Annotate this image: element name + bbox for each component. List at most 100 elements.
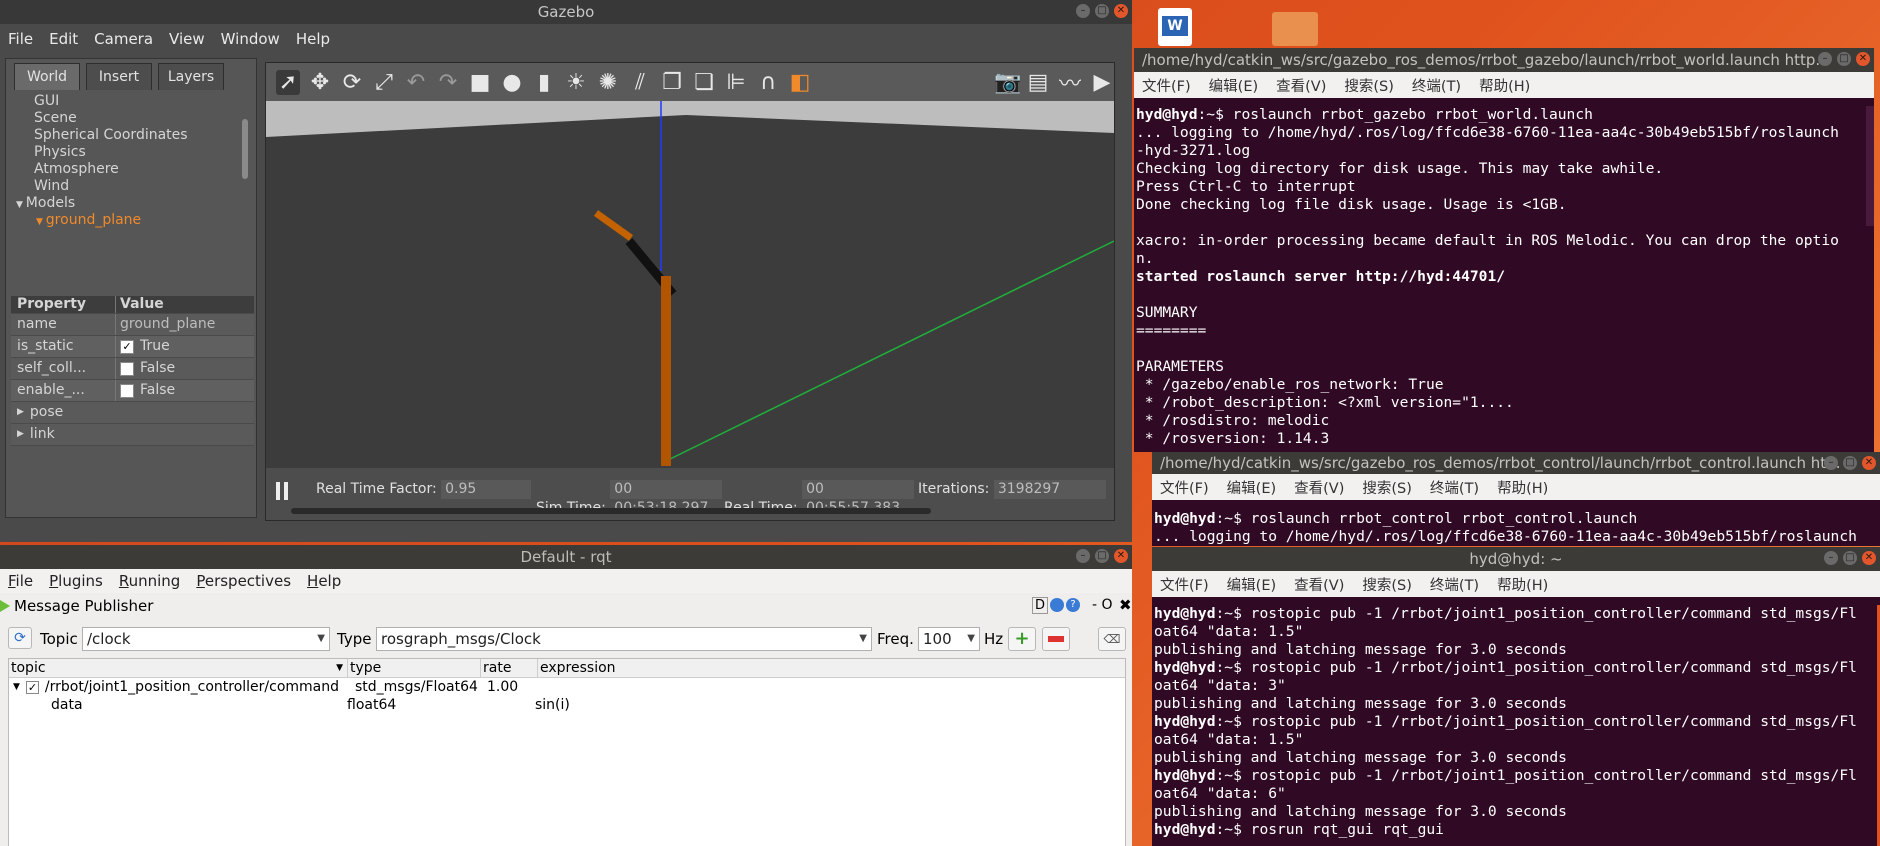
property-row[interactable]: self_coll... False xyxy=(11,358,254,380)
property-group-link[interactable]: ▶ link xyxy=(11,424,254,446)
view-angle-icon[interactable]: ◧ xyxy=(788,70,812,95)
terminal-menu-item[interactable]: 查看(V) xyxy=(1294,574,1344,595)
terminal1-scrollbar[interactable] xyxy=(1866,106,1874,226)
reload-plugin-icon[interactable] xyxy=(1050,598,1064,612)
translate-tool-icon[interactable]: ✥ xyxy=(308,70,332,95)
tree-item-models[interactable]: ▼ Models xyxy=(6,195,254,212)
column-expression[interactable]: expression xyxy=(538,659,1125,677)
minimize-icon[interactable]: – xyxy=(1076,549,1090,563)
tree-item[interactable]: Scene xyxy=(6,110,254,127)
desktop-folder-icon[interactable] xyxy=(1272,12,1318,46)
terminal2-output[interactable]: hyd@hyd:~$ roslaunch rrbot_control rrbot… xyxy=(1152,510,1872,546)
menu-file[interactable]: File xyxy=(8,30,33,48)
terminal-menu-item[interactable]: 帮助(H) xyxy=(1497,574,1548,595)
remove-publisher-button[interactable] xyxy=(1042,627,1070,651)
minimize-plugin-button[interactable]: - O xyxy=(1092,597,1113,613)
terminal2-titlebar[interactable]: /home/hyd/catkin_ws/src/gazebo_ros_demos… xyxy=(1152,452,1880,474)
clear-button[interactable]: ⌫ xyxy=(1098,627,1126,651)
property-checkbox[interactable] xyxy=(120,383,134,398)
close-plugin-icon[interactable]: ✖ xyxy=(1119,596,1132,614)
cylinder-shape-icon[interactable]: ▮ xyxy=(532,70,556,95)
spot-light-icon[interactable]: ✺ xyxy=(596,70,620,95)
terminal-menu-item[interactable]: 编辑(E) xyxy=(1209,75,1258,96)
gazebo-viewport[interactable]: ➚ ✥ ⟳ ⤢ ↶ ↷ ■ ● ▮ ☀ ✺ ⫽ ❐ ❏ ⊫ ∩ ◧ 📷 ▤ 〰 … xyxy=(265,62,1115,521)
select-tool-icon[interactable]: ➚ xyxy=(276,69,300,95)
terminal3-output[interactable]: hyd@hyd:~$ rostopic pub -1 /rrbot/joint1… xyxy=(1152,605,1872,839)
minimize-icon[interactable]: – xyxy=(1824,456,1838,470)
terminal-menu-item[interactable]: 终端(T) xyxy=(1430,574,1479,595)
rqt-menu-item[interactable]: Perspectives xyxy=(196,572,291,590)
tab-layers[interactable]: Layers xyxy=(158,63,224,90)
column-type[interactable]: type xyxy=(348,659,481,677)
row-rate[interactable]: 1.00 xyxy=(485,678,541,696)
column-rate[interactable]: rate xyxy=(481,659,538,677)
tree-item-ground-plane[interactable]: ▼ ground_plane xyxy=(6,212,254,229)
terminal-menu-item[interactable]: 查看(V) xyxy=(1294,477,1344,498)
row-expression[interactable] xyxy=(541,678,1125,696)
maximize-icon[interactable]: □ xyxy=(1843,551,1857,565)
rqt-menu-item[interactable]: File xyxy=(8,572,33,590)
box-shape-icon[interactable]: ■ xyxy=(468,70,492,95)
column-topic[interactable]: topic ▼ xyxy=(9,659,348,677)
close-icon[interactable]: ✕ xyxy=(1862,551,1876,565)
close-icon[interactable]: ✕ xyxy=(1114,4,1128,18)
maximize-icon[interactable]: □ xyxy=(1095,549,1109,563)
property-checkbox[interactable] xyxy=(120,361,134,376)
expand-arrow-icon[interactable]: ▼ xyxy=(13,678,20,696)
copy-icon[interactable]: ❐ xyxy=(660,70,684,95)
terminal-menu-item[interactable]: 帮助(H) xyxy=(1479,75,1530,96)
terminal-menu-item[interactable]: 查看(V) xyxy=(1276,75,1326,96)
tree-item[interactable]: GUI xyxy=(6,93,254,110)
property-row[interactable]: name ground_plane xyxy=(11,314,254,336)
minimize-icon[interactable]: – xyxy=(1818,52,1832,66)
tree-item[interactable]: Wind xyxy=(6,178,254,195)
rqt-menu-item[interactable]: Help xyxy=(307,572,341,590)
terminal-menu-item[interactable]: 搜索(S) xyxy=(1362,574,1412,595)
menu-window[interactable]: Window xyxy=(221,30,280,48)
tree-scrollbar[interactable] xyxy=(242,119,248,179)
help-icon[interactable]: ? xyxy=(1066,598,1080,612)
table-row[interactable]: ▼ ✓ /rrbot/joint1_position_controller/co… xyxy=(9,678,1125,696)
refresh-button[interactable]: ⟳ xyxy=(8,627,32,649)
close-icon[interactable]: ✕ xyxy=(1856,52,1870,66)
chevron-down-icon[interactable]: ▼ xyxy=(16,200,26,210)
chevron-right-icon[interactable]: ▶ xyxy=(17,402,24,423)
terminal-menu-item[interactable]: 终端(T) xyxy=(1412,75,1461,96)
row-rate[interactable] xyxy=(477,696,533,714)
add-publisher-button[interactable]: + xyxy=(1008,627,1036,651)
terminal-menu-item[interactable]: 文件(F) xyxy=(1160,477,1209,498)
chevron-right-icon[interactable]: ▶ xyxy=(17,424,24,445)
menu-view[interactable]: View xyxy=(169,30,205,48)
menu-camera[interactable]: Camera xyxy=(94,30,153,48)
terminal-menu-item[interactable]: 编辑(E) xyxy=(1227,477,1276,498)
topic-combobox[interactable]: /clock ▼ xyxy=(82,627,330,651)
terminal-menu-item[interactable]: 终端(T) xyxy=(1430,477,1479,498)
log-icon[interactable]: ▤ xyxy=(1026,70,1050,95)
horizontal-scrollbar[interactable] xyxy=(291,508,931,514)
freq-combobox[interactable]: 100 ▼ xyxy=(918,627,980,651)
terminal-menu-item[interactable]: 编辑(E) xyxy=(1227,574,1276,595)
rqt-menu-item[interactable]: Running xyxy=(119,572,180,590)
close-icon[interactable]: ✕ xyxy=(1114,549,1128,563)
rqt-titlebar[interactable]: Default - rqt – □ ✕ xyxy=(0,545,1132,569)
property-checkbox[interactable]: ✓ xyxy=(120,339,134,354)
enable-checkbox[interactable]: ✓ xyxy=(25,680,39,694)
directional-light-icon[interactable]: ⫽ xyxy=(628,70,652,95)
close-icon[interactable]: ✕ xyxy=(1862,456,1876,470)
plot-icon[interactable]: 〰 xyxy=(1058,66,1082,98)
chevron-down-icon[interactable]: ▼ xyxy=(36,217,46,227)
type-combobox[interactable]: rosgraph_msgs/Clock ▼ xyxy=(376,627,872,651)
menu-edit[interactable]: Edit xyxy=(49,30,78,48)
terminal-menu-item[interactable]: 文件(F) xyxy=(1160,574,1209,595)
dock-button[interactable]: D xyxy=(1032,597,1049,614)
maximize-icon[interactable]: □ xyxy=(1843,456,1857,470)
tree-item[interactable]: Atmosphere xyxy=(6,161,254,178)
terminal1-titlebar[interactable]: /home/hyd/catkin_ws/src/gazebo_ros_demos… xyxy=(1134,48,1874,72)
terminal-menu-item[interactable]: 搜索(S) xyxy=(1362,477,1412,498)
point-light-icon[interactable]: ☀ xyxy=(564,70,588,95)
menu-help[interactable]: Help xyxy=(296,30,330,48)
property-value[interactable]: ✓ True xyxy=(116,336,254,357)
maximize-icon[interactable]: □ xyxy=(1837,52,1851,66)
property-value[interactable]: False xyxy=(116,358,254,379)
scene-3d[interactable] xyxy=(266,101,1114,468)
